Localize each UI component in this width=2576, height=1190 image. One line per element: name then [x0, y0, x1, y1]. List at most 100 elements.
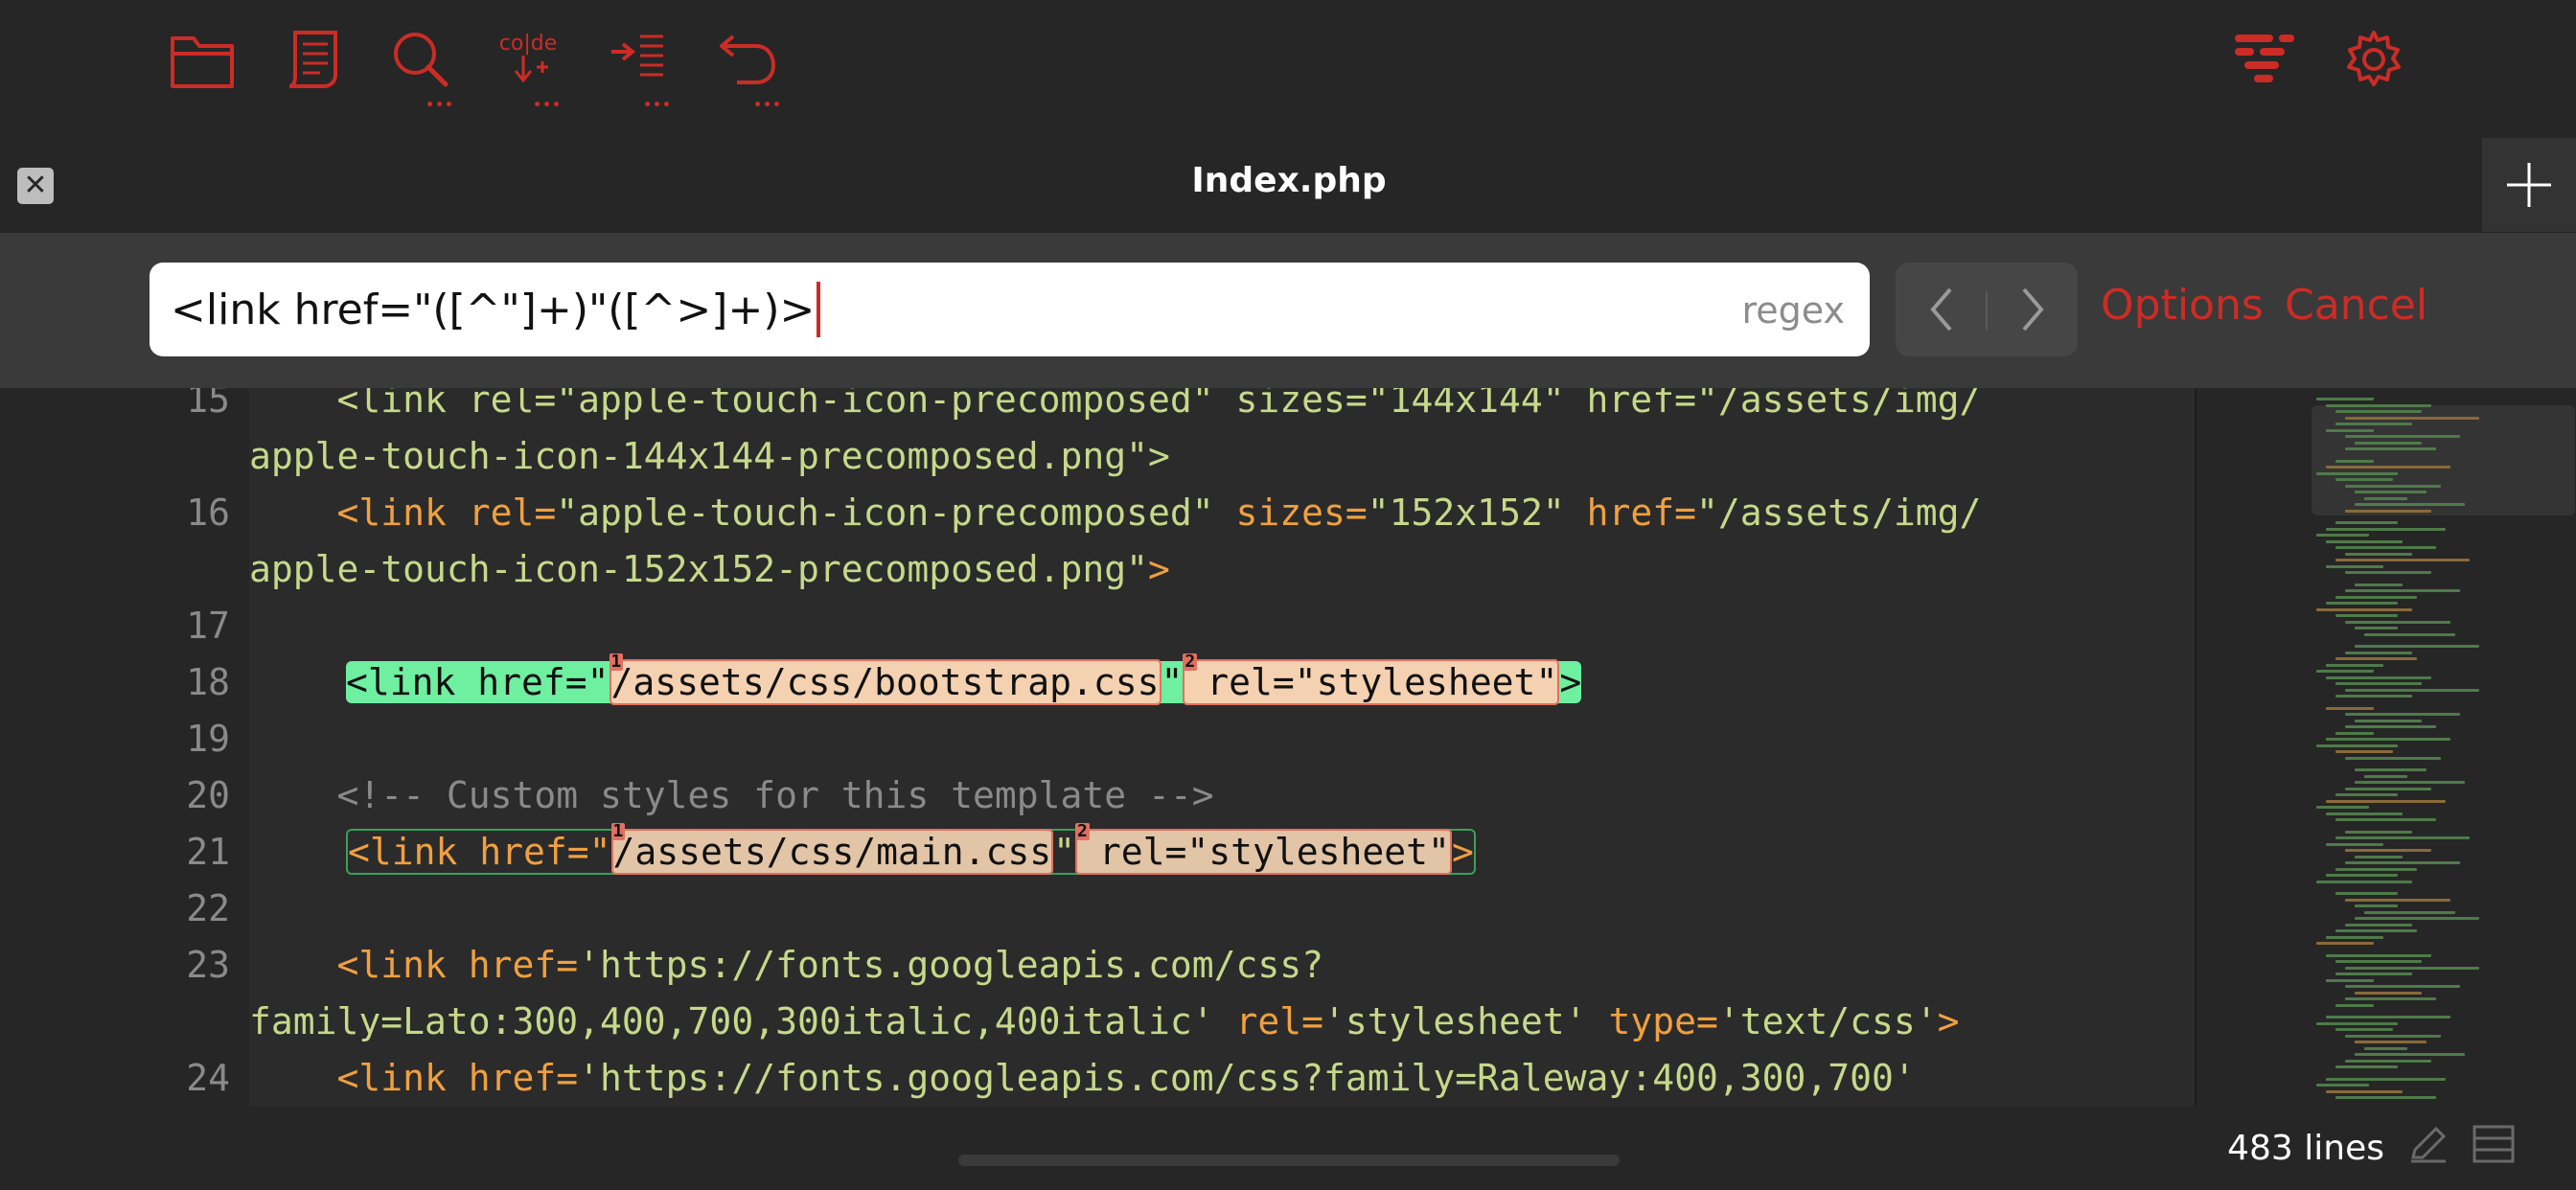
- regex-match[interactable]: <link href=" 1/assets/css/main.css" 2 rel=…: [346, 823, 1476, 875]
- minimap-line: [2316, 398, 2374, 400]
- tab-title[interactable]: Index.php: [1054, 161, 1524, 200]
- regex-mode-label[interactable]: regex: [1742, 289, 1846, 332]
- minimap-line: [2345, 1059, 2431, 1063]
- minimap[interactable]: [2195, 388, 2576, 1107]
- minimap-line: [2345, 713, 2460, 716]
- code-line-match: <link href=" 1/assets/css/main.css" 2 rel=…: [249, 823, 1476, 881]
- minimap-line: [2345, 509, 2431, 513]
- minimap-line: [2335, 559, 2470, 561]
- search-input[interactable]: <link href="([^"]+)"([^>]+)> regex: [150, 263, 1870, 356]
- minimap-line: [2316, 1084, 2369, 1087]
- minimap-line: [2345, 552, 2412, 556]
- minimap-line: [2316, 942, 2374, 945]
- minimap-line: [2335, 410, 2422, 413]
- folder-icon[interactable]: [163, 29, 242, 115]
- minimap-line: [2335, 695, 2412, 698]
- minimap-line: [2326, 428, 2374, 432]
- minimap-line: [2355, 1041, 2426, 1043]
- code-string: 'text/css': [1717, 1000, 1938, 1042]
- minimap-line: [2345, 447, 2436, 450]
- search-value[interactable]: <link href="([^"]+)"([^>]+)>: [171, 286, 815, 334]
- scroll-icon[interactable]: [273, 29, 352, 115]
- minimap-line: [2355, 855, 2403, 858]
- text-caret: [816, 282, 821, 337]
- group-text: rel="stylesheet": [1184, 661, 1558, 703]
- minimap-line: [2335, 867, 2417, 871]
- group-number-badge: 2: [1183, 652, 1198, 672]
- group-text: rel="stylesheet": [1077, 831, 1450, 873]
- minimap-line: [2335, 929, 2417, 932]
- code-string: "/assets/img/: [1695, 492, 1982, 534]
- close-tab-button[interactable]: ✕: [17, 168, 54, 204]
- match-end: >: [1559, 661, 1582, 703]
- minimap-line: [2345, 861, 2460, 864]
- minimap-line: [2345, 898, 2450, 902]
- minimap-line: [2326, 738, 2450, 741]
- minimap-line: [2335, 521, 2398, 524]
- minimap-line: [2326, 953, 2431, 957]
- minimap-line: [2345, 571, 2431, 574]
- match-prefix: <link href=": [346, 661, 610, 703]
- add-tab-button[interactable]: [2482, 138, 2576, 232]
- regex-match-current[interactable]: <link href=" 1/assets/css/bootstrap.css" 2…: [346, 653, 1582, 705]
- minimap-line: [2316, 1021, 2398, 1025]
- chevron-right-icon: [2021, 287, 2044, 332]
- previous-match-button[interactable]: [1896, 263, 1987, 356]
- minimap-line: [2316, 670, 2374, 673]
- minimap-line: [2345, 725, 2436, 728]
- minimap-line: [2326, 539, 2403, 543]
- code-attr: type=: [1608, 1000, 1718, 1042]
- code-attr: rel=: [468, 492, 557, 534]
- minimap-line: [2345, 416, 2479, 420]
- minimap-line: [2326, 842, 2383, 846]
- keyboard-toggle-icon[interactable]: [2471, 1123, 2517, 1169]
- minimap-line: [2335, 1096, 2436, 1099]
- code-insert-icon[interactable]: co|de •••: [489, 29, 567, 115]
- code-text: <link rel="apple-touch-icon-precomposed"…: [249, 388, 1982, 421]
- line-number: 21: [186, 831, 230, 873]
- minimap-line: [2335, 1028, 2393, 1031]
- gear-icon[interactable]: [2334, 29, 2413, 115]
- code-line: <link href='https://fonts.googleapis.com…: [249, 1049, 1916, 1107]
- minimap-line: [2326, 1077, 2446, 1081]
- capture-group-1: 1/assets/css/bootstrap.css: [609, 653, 1162, 705]
- minimap-line: [2345, 985, 2460, 988]
- code-editor[interactable]: 15 16 17 18 19 20 21 22 23 24 <link rel=…: [0, 388, 2576, 1107]
- match-mid: ": [1053, 831, 1075, 873]
- next-match-button[interactable]: [1987, 263, 2078, 356]
- capture-group-1: 1/assets/css/main.css: [610, 823, 1054, 875]
- match-mid: ": [1161, 661, 1184, 703]
- code-text-area[interactable]: <link rel="apple-touch-icon-precomposed"…: [249, 388, 2195, 1107]
- code-string: family=Lato:300,400,700,300italic,400ita…: [249, 1000, 1236, 1042]
- minimap-line: [2364, 774, 2407, 778]
- minimap-line: [2326, 978, 2374, 982]
- outline-icon[interactable]: [2225, 29, 2304, 115]
- capture-group-2: 2 rel="stylesheet": [1075, 823, 1452, 875]
- minimap-line: [2345, 435, 2460, 438]
- undo-icon[interactable]: •••: [709, 29, 788, 115]
- minimap-line: [2364, 496, 2407, 500]
- indent-icon[interactable]: •••: [599, 29, 678, 115]
- cancel-button[interactable]: Cancel: [2285, 281, 2427, 330]
- code-text: apple-touch-icon-144x144-precomposed.png…: [249, 435, 1170, 477]
- minimap-line: [2316, 744, 2398, 747]
- code-attr: sizes=: [1235, 492, 1368, 534]
- home-indicator[interactable]: [958, 1155, 1620, 1166]
- options-button[interactable]: Options: [2101, 281, 2264, 330]
- minimap-line: [2355, 768, 2426, 771]
- code-line-active-match: <link href=" 1/assets/css/bootstrap.css" 2…: [249, 653, 1582, 711]
- minimap-line: [2326, 812, 2403, 815]
- minimap-line: [2364, 632, 2455, 636]
- minimap-line: [2326, 799, 2446, 803]
- minimap-line: [2326, 466, 2450, 469]
- code-tag: <link: [249, 1057, 469, 1099]
- minimap-line: [2335, 731, 2374, 735]
- pencil-icon[interactable]: [2407, 1123, 2450, 1169]
- minimap-line: [2316, 806, 2369, 809]
- line-number: 15: [186, 388, 230, 421]
- minimap-line: [2326, 1089, 2403, 1093]
- minimap-line: [2335, 818, 2436, 821]
- line-number-gutter: 15 16 17 18 19 20 21 22 23 24: [0, 388, 249, 1107]
- search-icon[interactable]: •••: [381, 29, 460, 115]
- minimap-line: [2335, 478, 2393, 481]
